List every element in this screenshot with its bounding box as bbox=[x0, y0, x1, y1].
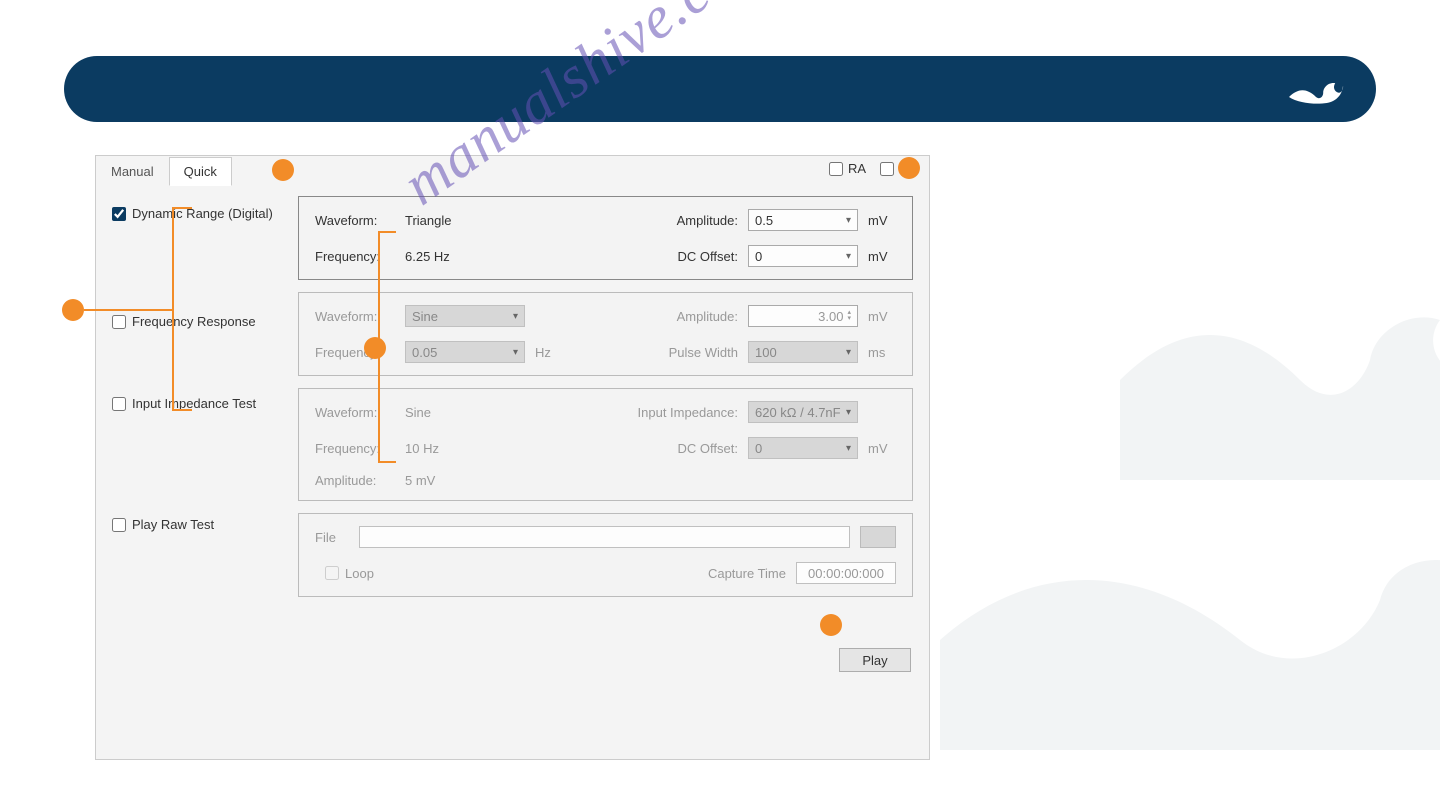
pulse-width-select: 100▾ bbox=[748, 341, 858, 363]
frequency-label: Frequency: bbox=[315, 441, 395, 456]
file-label: File bbox=[315, 530, 349, 545]
capture-time-label: Capture Time bbox=[708, 566, 786, 581]
waveform-label: Waveform: bbox=[315, 405, 395, 420]
unit-label: Hz bbox=[535, 345, 618, 360]
dc-offset-select[interactable]: 0▾ bbox=[748, 245, 858, 267]
dynamic-range-group: Waveform: Triangle Amplitude: 0.5▾ mV Fr… bbox=[298, 196, 913, 280]
input-impedance-select: 620 kΩ / 4.7nF▾ bbox=[748, 401, 858, 423]
input-impedance-checkbox[interactable]: Input Impedance Test bbox=[112, 396, 282, 411]
input-impedance-label: Input Impedance: bbox=[628, 405, 738, 420]
frequency-response-checkbox[interactable]: Frequency Response bbox=[112, 314, 282, 329]
loop-checkbox bbox=[325, 566, 339, 580]
annotation-bracket-icon bbox=[378, 231, 396, 233]
chevron-down-icon: ▾ bbox=[846, 347, 851, 358]
annotation-marker-icon bbox=[272, 159, 294, 181]
waveform-label: Waveform: bbox=[315, 309, 395, 324]
unit-label: mV bbox=[868, 309, 896, 324]
waveform-value: Sine bbox=[405, 405, 525, 420]
amplitude-label: Amplitude: bbox=[628, 309, 738, 324]
frequency-response-group: Waveform: Sine▾ Amplitude: 3.00▴▾ mV Fre… bbox=[298, 292, 913, 376]
chevron-down-icon: ▾ bbox=[846, 251, 851, 262]
annotation-marker-icon bbox=[62, 299, 84, 321]
tab-quick[interactable]: Quick bbox=[169, 157, 232, 186]
dc-offset-select: 0▾ bbox=[748, 437, 858, 459]
annotation-bracket-icon bbox=[172, 207, 174, 411]
play-button[interactable]: Play bbox=[839, 648, 911, 672]
unit-label: ms bbox=[868, 345, 896, 360]
browse-button bbox=[860, 526, 896, 548]
frequency-value: 6.25 Hz bbox=[405, 249, 525, 264]
chevron-down-icon: ▾ bbox=[846, 407, 851, 418]
dynamic-range-label: Dynamic Range (Digital) bbox=[132, 206, 273, 221]
capture-time-value: 00:00:00:000 bbox=[796, 562, 896, 584]
amplitude-input: 3.00▴▾ bbox=[748, 305, 858, 327]
annotation-bracket-icon bbox=[378, 231, 380, 463]
frequency-label: Frequency: bbox=[315, 249, 395, 264]
amplitude-label: Amplitude: bbox=[315, 473, 395, 488]
header-bar bbox=[64, 56, 1376, 122]
waveform-label: Waveform: bbox=[315, 213, 395, 228]
annotation-bracket-icon bbox=[378, 461, 396, 463]
frequency-value: 10 Hz bbox=[405, 441, 525, 456]
dc-offset-label: DC Offset: bbox=[628, 249, 738, 264]
input-impedance-label: Input Impedance Test bbox=[132, 396, 256, 411]
annotation-bracket-icon bbox=[172, 207, 192, 209]
amplitude-label: Amplitude: bbox=[628, 213, 738, 228]
background-wave-icon bbox=[1120, 220, 1440, 483]
dc-offset-label: DC Offset: bbox=[628, 441, 738, 456]
tab-strip: Manual Quick RA LA bbox=[96, 156, 929, 186]
play-raw-group: File Loop Capture Time 00:00:00:000 bbox=[298, 513, 913, 597]
whale-tail-icon bbox=[1286, 68, 1346, 111]
file-path-input bbox=[359, 526, 850, 548]
amplitude-value: 5 mV bbox=[405, 473, 525, 488]
chevron-down-icon: ▾ bbox=[846, 443, 851, 454]
tab-manual[interactable]: Manual bbox=[96, 157, 169, 186]
loop-label: Loop bbox=[345, 566, 374, 581]
annotation-marker-icon bbox=[820, 614, 842, 636]
annotation-marker-icon bbox=[898, 157, 920, 179]
unit-label: mV bbox=[868, 441, 896, 456]
chevron-down-icon: ▾ bbox=[846, 215, 851, 226]
amplitude-select[interactable]: 0.5▾ bbox=[748, 209, 858, 231]
background-wave-icon bbox=[940, 500, 1440, 753]
dynamic-range-checkbox[interactable]: Dynamic Range (Digital) bbox=[112, 206, 282, 221]
play-raw-checkbox[interactable]: Play Raw Test bbox=[112, 517, 282, 532]
chevron-down-icon: ▾ bbox=[513, 311, 518, 322]
frequency-response-label: Frequency Response bbox=[132, 314, 256, 329]
frequency-select: 0.05▾ bbox=[405, 341, 525, 363]
quick-panel: Manual Quick RA LA Dynamic Range (Digita… bbox=[95, 155, 930, 760]
unit-label: mV bbox=[868, 213, 896, 228]
waveform-select: Sine▾ bbox=[405, 305, 525, 327]
annotation-marker-icon bbox=[364, 337, 386, 359]
ra-label: RA bbox=[848, 161, 866, 176]
play-raw-label: Play Raw Test bbox=[132, 517, 214, 532]
ra-checkbox[interactable]: RA bbox=[829, 161, 866, 176]
unit-label: mV bbox=[868, 249, 896, 264]
pulse-width-label: Pulse Width bbox=[628, 345, 738, 360]
chevron-down-icon: ▾ bbox=[513, 347, 518, 358]
input-impedance-group: Waveform: Sine Input Impedance: 620 kΩ /… bbox=[298, 388, 913, 501]
waveform-value: Triangle bbox=[405, 213, 525, 228]
annotation-bracket-icon bbox=[84, 309, 172, 311]
annotation-bracket-icon bbox=[172, 409, 192, 411]
spinner-icon: ▴▾ bbox=[847, 310, 851, 322]
